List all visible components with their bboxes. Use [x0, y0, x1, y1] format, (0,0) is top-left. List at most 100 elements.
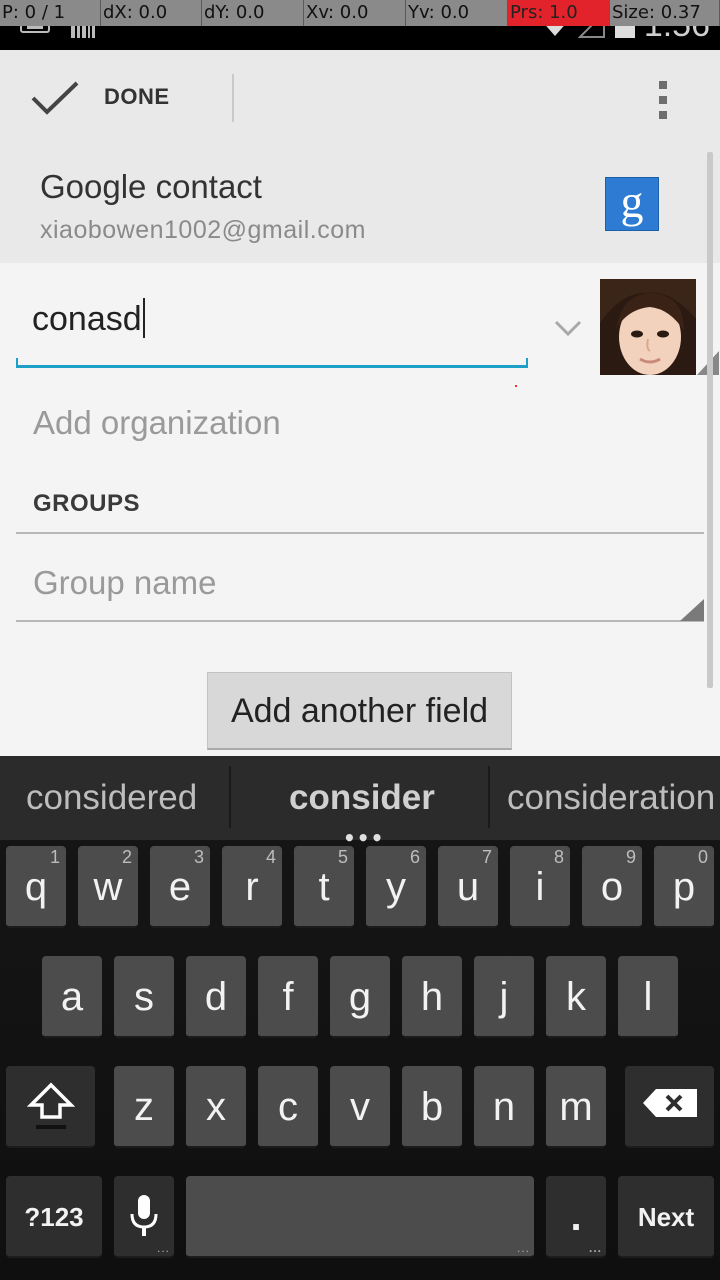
suggestion-strip: considered consider ••• consideration [0, 756, 720, 850]
key-label: r [245, 865, 259, 909]
action-bar-divider [232, 74, 234, 122]
key-l[interactable]: l [618, 956, 678, 1038]
delete-key[interactable] [625, 1066, 714, 1148]
key-hint-number: 5 [337, 847, 348, 867]
add-organization-field[interactable]: Add organization [33, 404, 281, 442]
debug-pressure: Prs: 1.0 [508, 0, 610, 26]
key-q[interactable]: q1 [6, 846, 66, 928]
key-hint-number: 4 [265, 847, 276, 867]
symbols-key[interactable]: ?123 [6, 1176, 102, 1258]
key-hint-number: 7 [481, 847, 492, 867]
key-hint-number: 1 [49, 847, 60, 867]
soft-keyboard: considered consider ••• consideration q1… [0, 756, 720, 1280]
contact-photo[interactable] [600, 279, 696, 375]
name-input-underline [16, 358, 528, 368]
key-d[interactable]: d [186, 956, 246, 1038]
name-value: conasd [32, 300, 142, 338]
add-another-field-button[interactable]: Add another field [207, 672, 512, 750]
key-c[interactable]: c [258, 1066, 318, 1148]
debug-dy: dY: 0.0 [202, 0, 304, 26]
done-label: DONE [104, 84, 170, 109]
suggestion-right[interactable]: consideration [507, 778, 715, 818]
shift-key[interactable] [6, 1066, 95, 1148]
group-name-placeholder: Group name [33, 564, 217, 601]
key-n[interactable]: n [474, 1066, 534, 1148]
key-label: w [93, 865, 123, 909]
key-a[interactable]: a [42, 956, 102, 1038]
space-key[interactable]: ... [186, 1176, 534, 1258]
name-input[interactable]: conasd [16, 286, 528, 368]
key-label: p [672, 865, 696, 909]
key-i[interactable]: i8 [510, 846, 570, 928]
key-o[interactable]: o9 [582, 846, 642, 928]
key-e[interactable]: e3 [150, 846, 210, 928]
key-y[interactable]: y6 [366, 846, 426, 928]
key-v[interactable]: v [330, 1066, 390, 1148]
edit-contact-form: Google contact xiaobowen1002@gmail.com g… [0, 146, 720, 756]
key-w[interactable]: w2 [78, 846, 138, 928]
debug-size: Size: 0.37 [610, 0, 720, 26]
key-hint-number: 6 [409, 847, 420, 867]
suggestion-divider [488, 766, 490, 828]
account-type: Google contact [40, 168, 262, 205]
key-m[interactable]: m [546, 1066, 606, 1148]
touch-point-marker [515, 385, 517, 387]
debug-pointer-count: P: 0 / 1 [0, 0, 101, 26]
key-x[interactable]: x [186, 1066, 246, 1148]
period-label: . [570, 1195, 582, 1239]
key-label: u [456, 865, 480, 909]
done-button[interactable]: DONE [0, 50, 232, 146]
key-g[interactable]: g [330, 956, 390, 1038]
key-hint-number: 3 [193, 847, 204, 867]
key-label: e [168, 865, 192, 909]
more-options-icon: ... [516, 1241, 530, 1255]
google-logo-icon: g [605, 177, 659, 231]
checkmark-icon [31, 81, 79, 115]
scrollbar[interactable] [707, 152, 713, 688]
voice-input-key[interactable]: ... [114, 1176, 174, 1258]
key-hint-number: 0 [697, 847, 708, 867]
key-hint-number: 9 [625, 847, 636, 867]
key-t[interactable]: t5 [294, 846, 354, 928]
next-key[interactable]: Next [618, 1176, 714, 1258]
pointer-debug-overlay: P: 0 / 1 dX: 0.0 dY: 0.0 Xv: 0.0 Yv: 0.0… [0, 0, 720, 26]
contact-photo-image [600, 279, 696, 375]
key-label: y [386, 865, 406, 909]
key-j[interactable]: j [474, 956, 534, 1038]
debug-dx: dX: 0.0 [101, 0, 202, 26]
key-k[interactable]: k [546, 956, 606, 1038]
key-hint-number: 2 [121, 847, 132, 867]
groups-section-header: GROUPS [33, 490, 141, 517]
key-label: t [318, 865, 330, 909]
key-r[interactable]: r4 [222, 846, 282, 928]
key-b[interactable]: b [402, 1066, 462, 1148]
action-bar: DONE [0, 50, 720, 146]
expand-name-chevron-icon[interactable] [552, 316, 584, 340]
account-email: xiaobowen1002@gmail.com [40, 216, 366, 244]
suggestion-center[interactable]: consider [289, 778, 435, 818]
key-z[interactable]: z [114, 1066, 174, 1148]
shift-icon [27, 1082, 75, 1129]
suggestion-left[interactable]: considered [26, 778, 197, 818]
groups-divider [16, 532, 704, 534]
key-h[interactable]: h [402, 956, 462, 1038]
key-p[interactable]: p0 [654, 846, 714, 928]
overflow-dot-icon [659, 111, 667, 119]
suggestion-divider [229, 766, 231, 828]
overflow-dot-icon [659, 81, 667, 89]
more-options-icon: ... [156, 1241, 170, 1255]
key-s[interactable]: s [114, 956, 174, 1038]
debug-yv: Yv: 0.0 [406, 0, 508, 26]
backspace-icon [643, 1089, 697, 1117]
key-u[interactable]: u7 [438, 846, 498, 928]
key-label: q [24, 865, 48, 909]
overflow-menu-button[interactable] [640, 72, 688, 126]
key-f[interactable]: f [258, 956, 318, 1038]
period-key[interactable]: . ... [546, 1176, 606, 1258]
spinner-corner-indicator [680, 599, 704, 621]
group-underline [16, 620, 704, 622]
account-header: Google contact xiaobowen1002@gmail.com g [0, 146, 720, 263]
text-cursor [142, 298, 145, 338]
status-bar: 1:56 P: 0 / 1 dX: 0.0 dY: 0.0 Xv: 0.0 Yv… [0, 0, 720, 50]
group-name-spinner[interactable]: Group name [16, 546, 704, 622]
